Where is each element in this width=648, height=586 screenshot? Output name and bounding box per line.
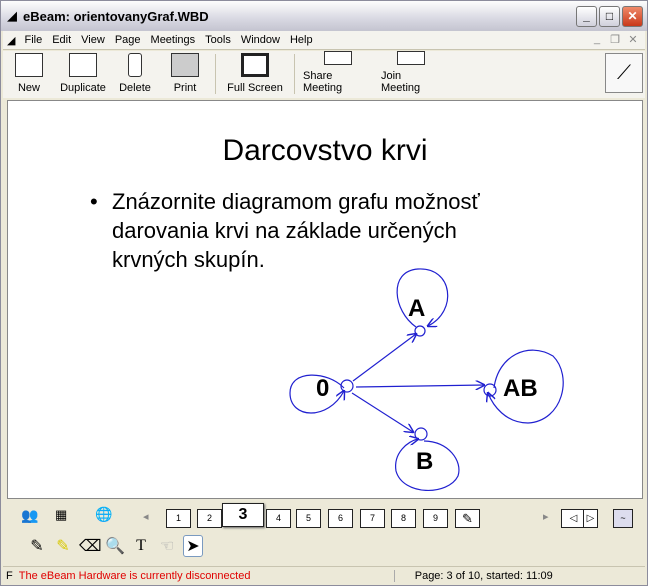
doc-icon: ◢ [7, 34, 16, 47]
window-title: eBeam: orientovanyGraf.WBD [23, 8, 209, 24]
menu-page[interactable]: Page [110, 34, 146, 46]
whiteboard-canvas[interactable]: Darcovstvo krvi • Znázornite diagramom g… [7, 100, 643, 499]
edge-0-ab [355, 385, 484, 387]
node-b-vertex [414, 427, 428, 441]
menu-bar: ◢ File Edit View Page Meetings Tools Win… [3, 31, 645, 50]
next-page-button[interactable]: ▷ [583, 509, 598, 528]
menu-help[interactable]: Help [285, 34, 318, 46]
new-button[interactable]: New [3, 51, 55, 98]
duplicate-icon [69, 53, 97, 77]
edge-0-b [351, 392, 413, 432]
pen-mode-button[interactable]: ⟋ [605, 53, 643, 93]
pen-icon[interactable]: ✎ [27, 536, 47, 556]
toolbar-divider [215, 54, 216, 94]
close-button[interactable]: ✕ [622, 6, 643, 27]
edge-0-a [352, 334, 416, 382]
page-thumb-5[interactable]: 5 [296, 509, 321, 528]
graph-diagram: 0 A AB B [289, 268, 564, 491]
hardware-status: The eBeam Hardware is currently disconne… [18, 570, 251, 582]
menu-tools[interactable]: Tools [200, 34, 236, 46]
title-bar: ◢ eBeam: orientovanyGraf.WBD _ □ ✕ [1, 1, 647, 31]
magnifier-icon[interactable]: 🔍 [105, 536, 125, 556]
share-meeting-icon [324, 51, 352, 65]
doc-minimize-button[interactable]: _ [589, 33, 605, 46]
app-icon: ◢ [7, 8, 17, 23]
node-a-vertex [414, 325, 426, 337]
drawing-tools: ✎ ✎ ⌫ 🔍 T ☜ ➤ [3, 533, 645, 559]
print-button[interactable]: Print [159, 51, 211, 98]
thumbnail-grid-icon[interactable]: ▦ [55, 507, 67, 523]
trash-icon [128, 53, 142, 77]
menu-meetings[interactable]: Meetings [146, 34, 201, 46]
join-meeting-icon [397, 51, 425, 65]
globe-icon[interactable]: 🌐 [95, 506, 112, 523]
doc-restore-button[interactable]: ❐ [607, 33, 623, 46]
node-0-label: 0 [316, 375, 329, 402]
new-page-icon [15, 53, 43, 77]
status-bar: F The eBeam Hardware is currently discon… [3, 566, 645, 585]
main-toolbar: New Duplicate Delete Print Full Screen S… [3, 51, 645, 98]
doc-close-button[interactable]: ✕ [625, 33, 641, 46]
node-b-label: B [416, 448, 433, 475]
menu-edit[interactable]: Edit [47, 34, 76, 46]
menu-view[interactable]: View [76, 34, 110, 46]
page-strip: 👥 ▦ 🌐 ◂ 1 2 3 4 5 6 7 8 9 ✎ ▸ ◁ ▷ ~ [3, 501, 645, 531]
menu-file[interactable]: File [19, 34, 47, 46]
chart-view-icon[interactable]: ~ [613, 509, 633, 528]
page-thumb-1[interactable]: 1 [166, 509, 191, 528]
duplicate-button[interactable]: Duplicate [55, 51, 111, 98]
participants-icon[interactable]: 👥 [21, 507, 38, 524]
scroll-right-button[interactable]: ▸ [543, 510, 549, 523]
page-info: Page: 3 of 10, started: 11:09 [393, 570, 579, 582]
page-thumb-8[interactable]: 8 [391, 509, 416, 528]
page-thumb-2[interactable]: 2 [197, 509, 222, 528]
highlighter-icon[interactable]: ✎ [53, 536, 73, 556]
maximize-button[interactable]: □ [599, 6, 620, 27]
page-thumb-9[interactable]: 9 [423, 509, 448, 528]
join-meeting-button[interactable]: Join Meeting [377, 51, 445, 98]
full-screen-button[interactable]: Full Screen [220, 51, 290, 98]
monitor-icon [241, 53, 269, 77]
minimize-button[interactable]: _ [576, 6, 597, 27]
hand-icon[interactable]: ☜ [157, 536, 177, 556]
printer-icon [171, 53, 199, 77]
menu-window[interactable]: Window [236, 34, 285, 46]
toolbar-divider [294, 54, 295, 94]
page-thumb-3-current[interactable]: 3 [222, 503, 264, 527]
node-ab-label: AB [503, 375, 538, 402]
pointer-icon[interactable]: ➤ [183, 535, 203, 557]
text-tool-icon[interactable]: T [131, 537, 151, 555]
node-a-label: A [408, 295, 425, 322]
eraser-icon[interactable]: ⌫ [79, 536, 102, 556]
node-ab-vertex [483, 383, 497, 397]
scroll-left-button[interactable]: ◂ [143, 510, 149, 523]
page-thumb-6[interactable]: 6 [328, 509, 353, 528]
share-meeting-button[interactable]: Share Meeting [299, 51, 377, 98]
delete-button[interactable]: Delete [111, 51, 159, 98]
app-window: ◢ eBeam: orientovanyGraf.WBD _ □ ✕ ◢ Fil… [0, 0, 648, 586]
page-thumb-7[interactable]: 7 [360, 509, 385, 528]
page-thumb-10-pen-icon[interactable]: ✎ [455, 509, 480, 528]
page-thumb-4[interactable]: 4 [266, 509, 291, 528]
